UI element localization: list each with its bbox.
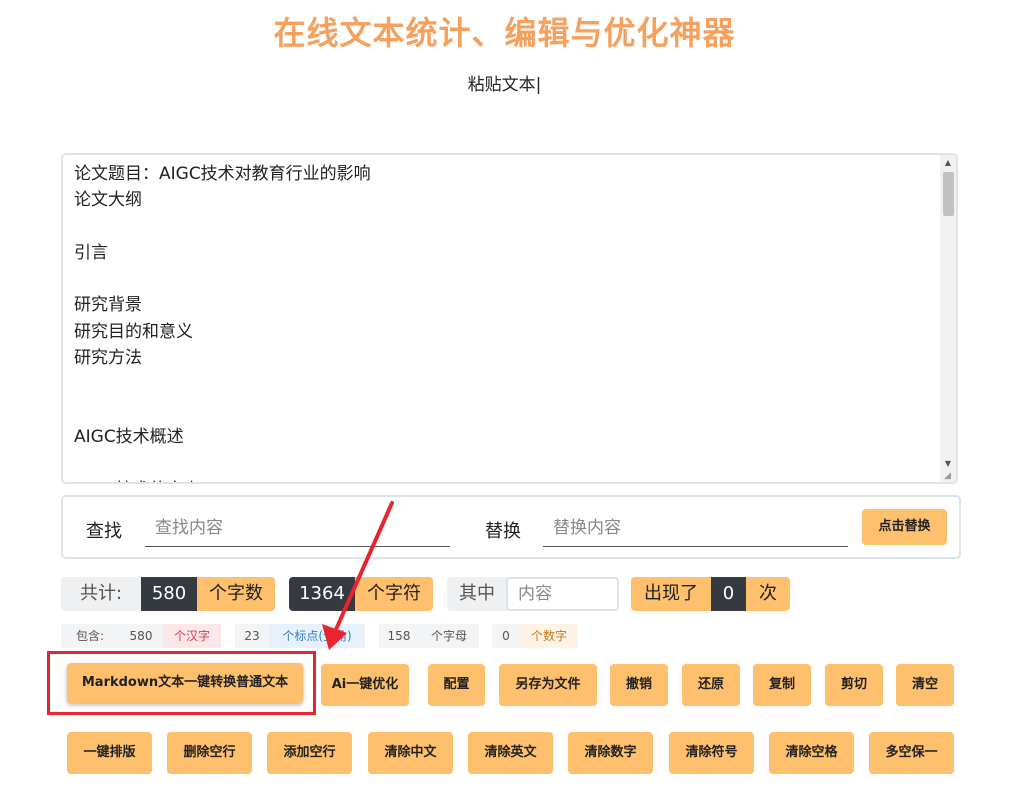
letter-count: 158 bbox=[379, 624, 419, 648]
editor-scrollbar[interactable]: ▲ ▼ bbox=[940, 155, 956, 482]
delete-empty-lines-button[interactable]: 删除空行 bbox=[167, 732, 252, 774]
annotation-highlight-frame bbox=[47, 651, 316, 715]
clear-digits-button[interactable]: 清除数字 bbox=[568, 732, 653, 774]
replace-button[interactable]: 点击替换 bbox=[862, 509, 947, 545]
scroll-thumb[interactable] bbox=[943, 172, 954, 216]
editor-content[interactable]: 论文题目：AIGC技术对教育行业的影响 论文大纲 引言 研究背景 研究目的和意义… bbox=[74, 161, 934, 482]
clear-chinese-button[interactable]: 清除中文 bbox=[368, 732, 453, 774]
page-title: 在线文本统计、编辑与优化神器 bbox=[273, 14, 736, 52]
find-input[interactable] bbox=[145, 509, 450, 547]
find-replace-panel: 查找 替换 点击替换 bbox=[61, 495, 961, 559]
auto-format-button[interactable]: 一键排版 bbox=[67, 732, 152, 774]
cut-button[interactable]: 剪切 bbox=[825, 664, 883, 706]
page-subtitle: 粘贴文本| bbox=[0, 70, 1009, 95]
add-empty-lines-button[interactable]: 添加空行 bbox=[267, 732, 352, 774]
replace-label: 替换 bbox=[485, 521, 521, 542]
typing-caret: | bbox=[535, 75, 542, 95]
letter-unit: 个字母 bbox=[419, 624, 479, 648]
appeared-count-badge: 0 bbox=[711, 577, 746, 611]
punct-count: 23 bbox=[235, 624, 269, 648]
punct-unit: 个标点(全角) bbox=[269, 624, 365, 648]
text-editor[interactable]: 论文题目：AIGC技术对教育行业的影响 论文大纲 引言 研究背景 研究目的和意义… bbox=[61, 153, 958, 484]
times-unit: 次 bbox=[746, 577, 790, 611]
clear-spaces-button[interactable]: 清除空格 bbox=[769, 732, 854, 774]
subtitle-text: 粘贴文本 bbox=[467, 75, 536, 95]
undo-button[interactable]: 撤销 bbox=[610, 664, 668, 706]
contains-label: 包含: bbox=[61, 624, 119, 648]
char-count-unit: 个字数 bbox=[197, 577, 275, 611]
clear-button[interactable]: 清空 bbox=[896, 664, 954, 706]
total-label: 共计: bbox=[61, 577, 141, 611]
clear-symbols-button[interactable]: 清除符号 bbox=[669, 732, 754, 774]
find-label: 查找 bbox=[86, 521, 122, 542]
chinese-count: 580 bbox=[119, 624, 163, 648]
char-count-badge: 580 bbox=[141, 577, 197, 611]
appeared-label: 出现了 bbox=[631, 577, 711, 611]
occurrence-search-input[interactable] bbox=[506, 577, 619, 611]
scroll-up-arrow-icon[interactable]: ▲ bbox=[940, 155, 956, 171]
symbol-count-unit: 个字符 bbox=[355, 577, 433, 611]
digit-unit: 个数字 bbox=[520, 624, 578, 648]
config-button[interactable]: 配置 bbox=[428, 664, 485, 706]
digit-count: 0 bbox=[492, 624, 520, 648]
redo-button[interactable]: 还原 bbox=[682, 664, 740, 706]
ai-optimize-button[interactable]: Ai一键优化 bbox=[321, 664, 409, 706]
clear-english-button[interactable]: 清除英文 bbox=[468, 732, 553, 774]
save-as-file-button[interactable]: 另存为文件 bbox=[499, 664, 597, 706]
among-label: 其中 bbox=[447, 577, 507, 611]
scroll-down-arrow-icon[interactable]: ▼ bbox=[940, 456, 956, 472]
resize-handle-icon[interactable]: ◢ bbox=[944, 471, 954, 481]
replace-input[interactable] bbox=[543, 509, 848, 547]
symbol-count-badge: 1364 bbox=[289, 577, 355, 611]
collapse-spaces-button[interactable]: 多空保一 bbox=[869, 732, 954, 774]
copy-button[interactable]: 复制 bbox=[753, 664, 811, 706]
chinese-unit: 个汉字 bbox=[163, 624, 221, 648]
